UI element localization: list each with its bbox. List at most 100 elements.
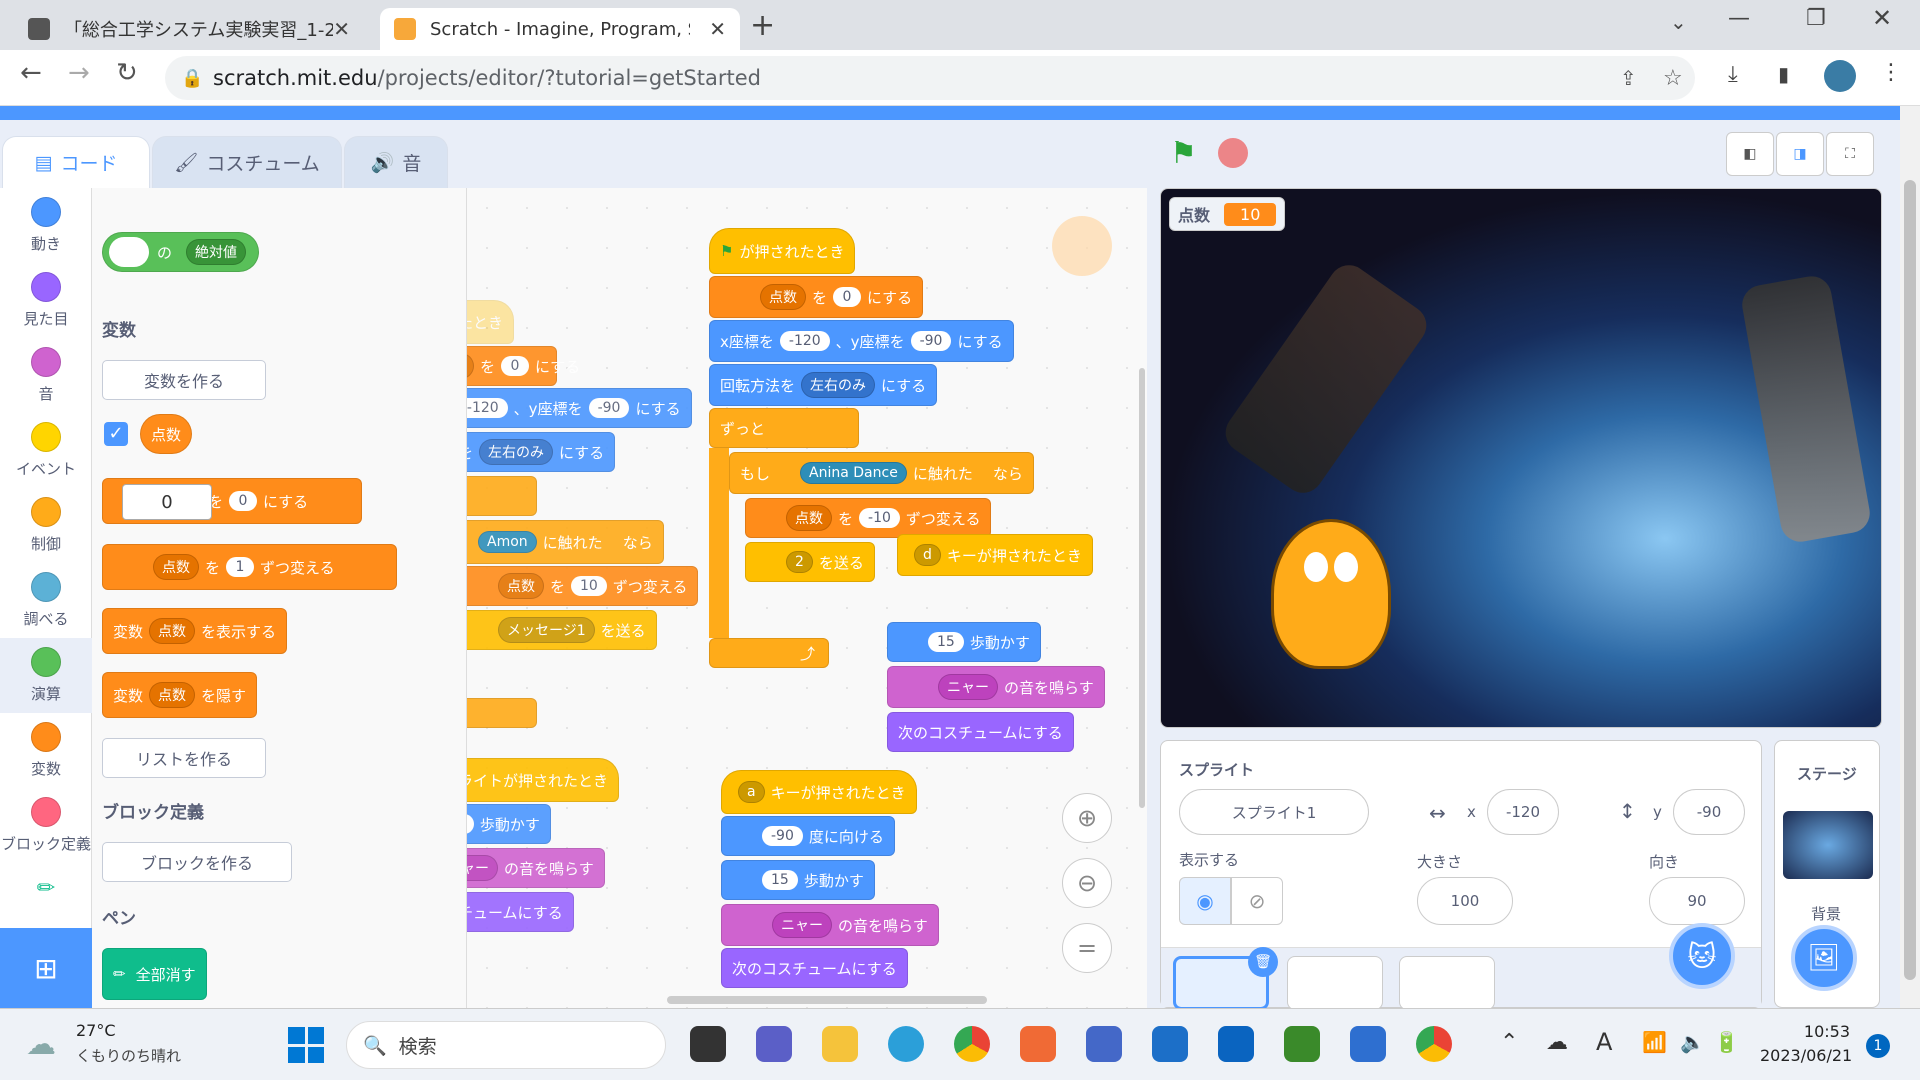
next-costume-block-2[interactable]: 次のコスチュームにする	[721, 948, 908, 988]
category-7[interactable]: 変数	[0, 713, 92, 788]
onedrive-app-icon[interactable]	[1152, 1026, 1188, 1062]
minecraft-icon[interactable]	[1284, 1026, 1320, 1062]
windows-start-icon[interactable]	[288, 1027, 324, 1063]
abs-block[interactable]: の 絶対値	[102, 232, 260, 272]
file-explorer-icon[interactable]	[822, 1026, 858, 1062]
category-pen[interactable]: ✏	[0, 863, 92, 913]
tab-search-icon[interactable]: ⌄	[1670, 10, 1687, 34]
wifi-icon[interactable]: 📶	[1642, 1030, 1667, 1054]
stage-canvas[interactable]: 点数 10	[1160, 188, 1882, 728]
notification-badge[interactable]: 1	[1866, 1034, 1890, 1058]
add-backdrop-button[interactable]: 🖼	[1791, 925, 1857, 991]
point-direction-block[interactable]: -90 度に向ける	[721, 816, 895, 856]
code-workspace[interactable]: ⚑ が押されたとき 点数を 0 にする x座標を -120 、y座標を -90 にする 回転方…	[467, 188, 1147, 1008]
variable-monitor[interactable]: 点数 10	[1169, 197, 1286, 231]
when-d-key-pressed-hat[interactable]: d キーが押されたとき	[897, 534, 1093, 576]
window-close-button[interactable]: ✕	[1872, 4, 1892, 32]
page-scrollbar[interactable]	[1900, 106, 1920, 1008]
broadcast-block[interactable]: 2 を送る	[745, 542, 875, 582]
category-2[interactable]: 音	[0, 338, 92, 413]
category-0[interactable]: 動き	[0, 188, 92, 263]
zoom-in-button[interactable]: ⊕	[1062, 793, 1112, 843]
move-steps-block-2[interactable]: 15 歩動かす	[721, 860, 875, 900]
forever-block[interactable]: ずっと	[709, 408, 859, 448]
stop-button[interactable]	[1218, 138, 1248, 168]
chrome-active-icon[interactable]	[1416, 1026, 1452, 1062]
move-steps-block[interactable]: 15 歩動かす	[887, 622, 1041, 662]
small-stage-button[interactable]: ◧	[1726, 132, 1774, 176]
add-extension-button[interactable]: ⊞	[0, 928, 92, 1008]
play-sound-block-2[interactable]: ニャー の音を鳴らす	[721, 904, 939, 946]
show-variable-block[interactable]: 変数 点数 を表示する	[102, 608, 288, 654]
show-eye-icon[interactable]: ◉	[1179, 877, 1231, 925]
green-flag-button[interactable]: ⚑	[1170, 136, 1197, 171]
forward-icon[interactable]: →	[68, 58, 90, 88]
make-block-button[interactable]: ブロックを作る	[102, 842, 292, 882]
sprite-dancer-2[interactable]	[1739, 273, 1873, 545]
sprite-direction-input[interactable]: 90	[1649, 877, 1745, 925]
task-view-icon[interactable]	[690, 1026, 726, 1062]
sprite-dancer-1[interactable]	[1217, 257, 1435, 501]
mail-icon[interactable]	[1218, 1026, 1254, 1062]
clock-time[interactable]: 10:53	[1770, 1022, 1850, 1041]
hide-variable-block[interactable]: 変数 点数 を隠す	[102, 672, 258, 718]
sprite-thumb-cat[interactable]: 🗑	[1173, 947, 1278, 1010]
taskbar-search[interactable]: 🔍 検索	[346, 1021, 666, 1069]
fullscreen-button[interactable]: ⛶	[1826, 132, 1874, 176]
new-tab-button[interactable]: +	[750, 8, 775, 43]
change-score-block[interactable]: 点数を -10 ずつ変える	[745, 498, 992, 538]
category-3[interactable]: イベント	[0, 413, 92, 488]
sprite-x-input[interactable]: -120	[1487, 789, 1559, 835]
store-icon[interactable]	[1350, 1026, 1386, 1062]
clock-date[interactable]: 2023/06/21	[1760, 1046, 1852, 1065]
app-icon-orange[interactable]	[1020, 1026, 1056, 1062]
category-1[interactable]: 見た目	[0, 263, 92, 338]
teams-icon[interactable]	[756, 1026, 792, 1062]
when-a-key-pressed-hat[interactable]: a キーが押されたとき	[721, 770, 917, 814]
horizontal-scrollbar[interactable]	[667, 996, 987, 1004]
variable-checkbox[interactable]: ✓	[104, 422, 128, 446]
chrome-icon[interactable]	[954, 1026, 990, 1062]
download-icon[interactable]: ⤓	[1728, 62, 1738, 87]
hide-eye-icon[interactable]: ⊘	[1231, 877, 1283, 925]
category-8[interactable]: ブロック定義	[0, 788, 92, 863]
profile-avatar[interactable]	[1824, 60, 1856, 92]
sprite-size-input[interactable]: 100	[1417, 877, 1513, 925]
tab-code[interactable]: ▤ コード	[2, 136, 150, 188]
browser-tab-2[interactable]: Scratch - Imagine, Program, Shar ✕	[380, 8, 740, 50]
sprite-y-input[interactable]: -90	[1673, 789, 1745, 835]
sprite-name-input[interactable]: スプライト1	[1179, 789, 1369, 835]
category-4[interactable]: 制御	[0, 488, 92, 563]
variable-reporter[interactable]: 点数	[140, 414, 193, 454]
sprite-thumb-dancer2[interactable]	[1399, 956, 1495, 1010]
make-variable-button[interactable]: 変数を作る	[102, 360, 266, 400]
ime-icon[interactable]: A	[1596, 1028, 1612, 1056]
pen-clear-block[interactable]: ✏ 全部消す	[102, 948, 207, 1000]
tab-sounds[interactable]: 🔊 音	[344, 136, 448, 188]
make-list-button[interactable]: リストを作る	[102, 738, 266, 778]
vertical-scrollbar[interactable]	[1139, 368, 1145, 808]
close-icon[interactable]: ✕	[709, 17, 726, 41]
large-stage-button[interactable]: ◨	[1776, 132, 1824, 176]
delete-sprite-icon[interactable]: 🗑	[1248, 947, 1278, 977]
add-sprite-button[interactable]: 🐱	[1669, 923, 1735, 989]
edge-icon[interactable]	[888, 1026, 924, 1062]
mail-menu-icon[interactable]	[1086, 1026, 1122, 1062]
category-5[interactable]: 調べる	[0, 563, 92, 638]
tray-chevron-icon[interactable]: ⌃	[1500, 1030, 1518, 1055]
sprite-cat[interactable]	[1271, 519, 1391, 669]
when-flag-clicked-hat[interactable]: ⚑ が押されたとき	[709, 228, 856, 274]
side-panel-icon[interactable]: ▮	[1778, 62, 1789, 86]
minimize-button[interactable]: —	[1728, 6, 1750, 31]
restore-button[interactable]: ❐	[1806, 6, 1826, 31]
volume-icon[interactable]: 🔈	[1680, 1030, 1705, 1054]
backdrop-thumbnail[interactable]	[1783, 811, 1873, 879]
category-6[interactable]: 演算	[0, 638, 92, 713]
battery-icon[interactable]: 🔋	[1714, 1030, 1739, 1054]
rotation-style-block[interactable]: 回転方法を 左右のみ にする	[709, 364, 938, 406]
set-score-block[interactable]: 点数を 0 にする	[709, 276, 924, 318]
zoom-reset-button[interactable]: =	[1062, 923, 1112, 973]
menu-icon[interactable]: ⋮	[1880, 60, 1902, 85]
share-icon[interactable]: ⇪	[1620, 66, 1637, 90]
back-icon[interactable]: ←	[20, 58, 42, 88]
